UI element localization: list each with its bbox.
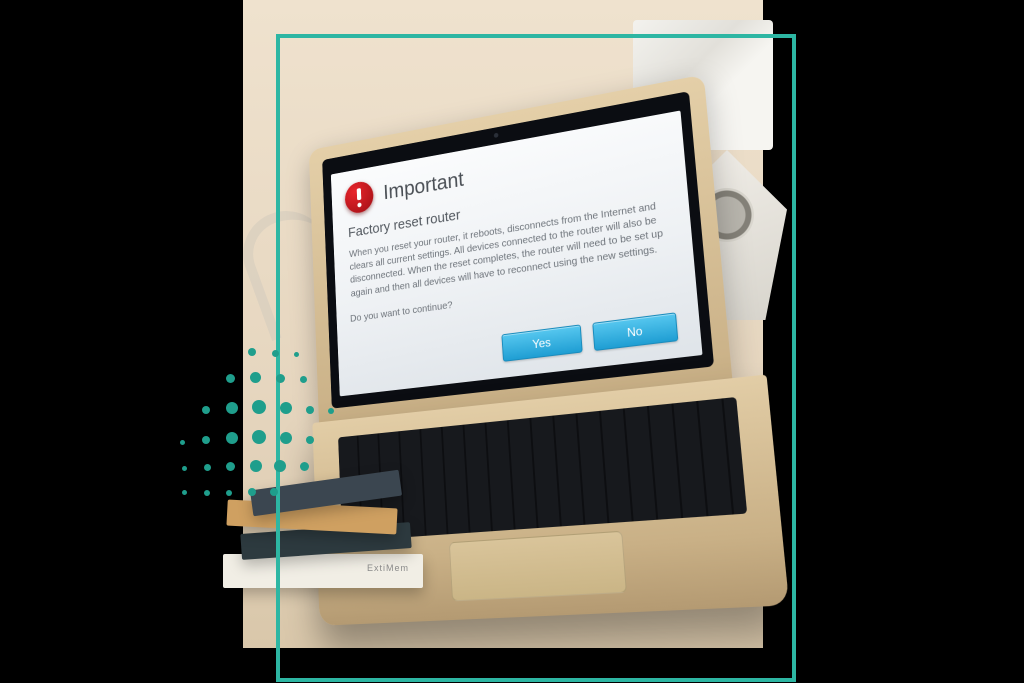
alert-icon xyxy=(344,180,374,215)
book-stack-prop xyxy=(223,438,423,588)
screen-bezel: Important Factory reset router When you … xyxy=(322,91,714,408)
webcam-dot xyxy=(494,133,499,138)
dialog-title: Important xyxy=(383,167,464,205)
laptop-lid: Important Factory reset router When you … xyxy=(309,75,733,428)
dialog-button-row: Yes No xyxy=(352,312,685,384)
no-button[interactable]: No xyxy=(592,312,678,351)
dialog-important: Important Factory reset router When you … xyxy=(331,110,703,396)
yes-button[interactable]: Yes xyxy=(501,324,582,361)
trackpad xyxy=(449,531,627,602)
desk-photo: Important Factory reset router When you … xyxy=(243,0,763,648)
